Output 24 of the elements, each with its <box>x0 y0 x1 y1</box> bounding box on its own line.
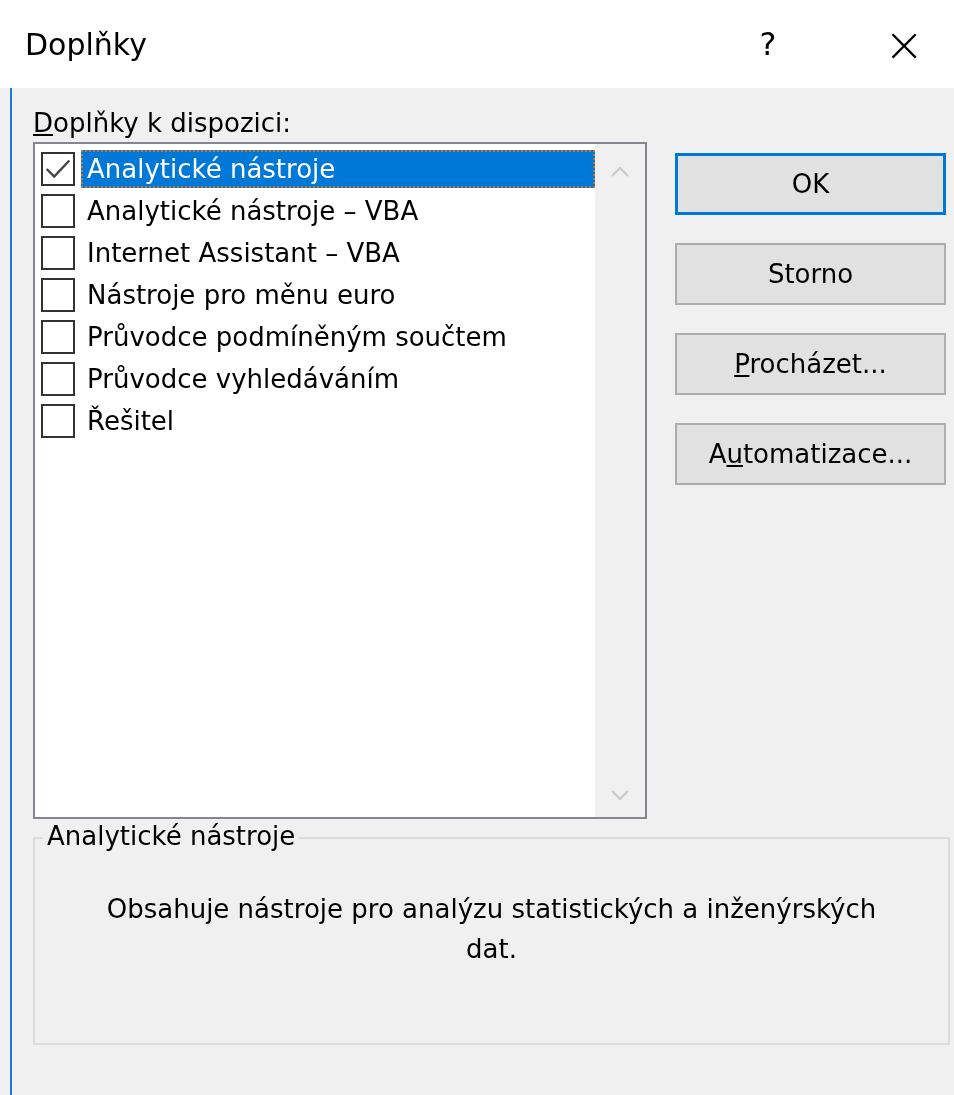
checkbox[interactable] <box>41 236 75 270</box>
addin-item[interactable]: Průvodce podmíněným součtem <box>81 318 595 356</box>
checkbox[interactable] <box>41 152 75 186</box>
checkbox[interactable] <box>41 194 75 228</box>
checkbox[interactable] <box>41 362 75 396</box>
addin-item[interactable]: Nástroje pro měnu euro <box>81 276 595 314</box>
addin-item[interactable]: Analytické nástroje – VBA <box>81 192 595 230</box>
checkbox[interactable] <box>41 320 75 354</box>
checkbox[interactable] <box>41 278 75 312</box>
list-label: Doplňky k dispozici: <box>33 108 293 138</box>
window-title: Doplňky <box>25 26 148 62</box>
dialog-button[interactable]: OK <box>675 153 946 215</box>
addin-item[interactable]: Internet Assistant – VBA <box>81 234 595 272</box>
addin-item[interactable]: Průvodce vyhledáváním <box>81 360 595 398</box>
addin-description: Obsahuje nástroje pro analýzu statistických a inženýrských dat. <box>105 893 878 966</box>
checkbox[interactable] <box>41 404 75 438</box>
dialog-button[interactable]: Procházet... <box>675 333 946 395</box>
help-button[interactable]: ? <box>738 14 798 74</box>
dialog-button[interactable]: Storno <box>675 243 946 305</box>
close-button[interactable]: × <box>874 14 934 74</box>
addin-item[interactable]: Analytické nástroje <box>81 150 595 188</box>
dialog-button[interactable]: Automatizace... <box>675 423 946 485</box>
group-title: Analytické nástroje <box>43 821 300 851</box>
addin-item[interactable]: Řešitel <box>81 402 595 440</box>
